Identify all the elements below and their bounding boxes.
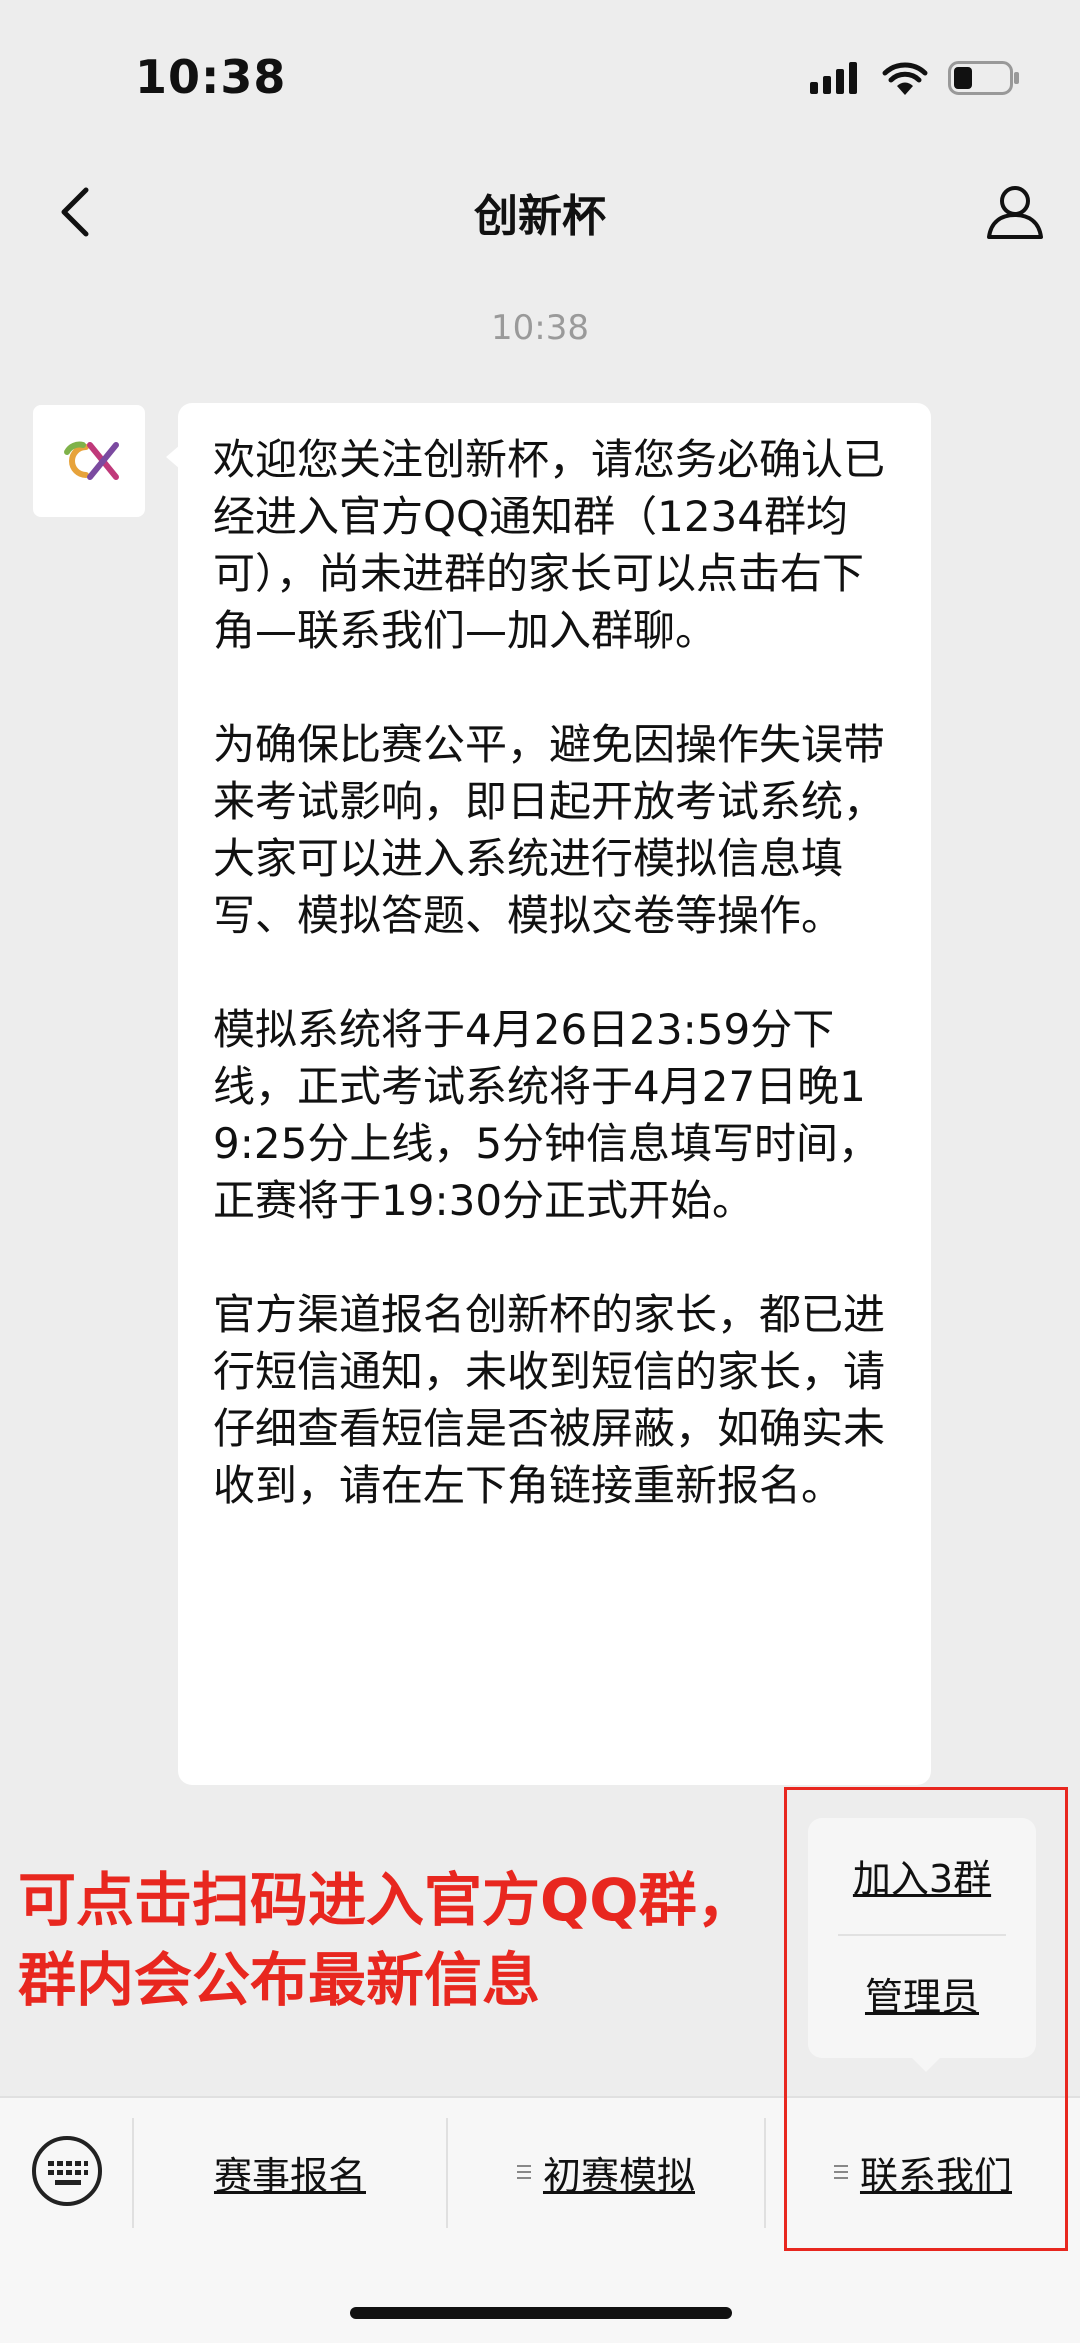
message-timestamp: 10:38 — [491, 308, 589, 348]
annotation-text: 可点击扫码进入官方QQ群，群内会公布最新信息 — [18, 1866, 755, 2014]
menu-item-mock-exam[interactable]: 初赛模拟 — [448, 2134, 764, 2210]
submenu-indicator-icon — [516, 2164, 531, 2180]
keyboard-icon — [32, 2136, 102, 2206]
wifi-icon — [882, 62, 928, 95]
avatar[interactable] — [33, 405, 145, 517]
page-title: 创新杯 — [474, 191, 606, 242]
annotation-highlight-box — [784, 1787, 1068, 2251]
status-bar: 10:38 — [0, 0, 1080, 150]
status-icons — [810, 58, 1020, 98]
message-paragraph: 官方渠道报名创新杯的家长，都已进行短信通知，未收到短信的家长，请仔细查看短信是否… — [213, 1290, 886, 1510]
message-paragraph: 欢迎您关注创新杯，请您务必确认已经进入官方QQ通知群（1234群均可），尚未进群… — [213, 435, 886, 655]
person-icon — [987, 186, 1043, 239]
message-paragraph: 模拟系统将于4月26日23:59分下线，正式考试系统将于4月27日晚19:25分… — [213, 1005, 881, 1225]
signal-icon — [810, 62, 857, 94]
battery-icon — [948, 61, 1019, 95]
cx-logo-icon — [64, 441, 119, 480]
message-bubble[interactable]: 欢迎您关注创新杯，请您务必确认已经进入官方QQ通知群（1234群均可），尚未进群… — [166, 403, 931, 1785]
home-indicator[interactable] — [350, 2307, 732, 2319]
keyboard-toggle-button[interactable] — [30, 2134, 104, 2208]
profile-button[interactable] — [975, 172, 1055, 252]
menu-item-registration[interactable]: 赛事报名 — [134, 2134, 446, 2210]
message-paragraph: 为确保比赛公平，避免因操作失误带来考试影响，即日起开放考试系统，大家可以进入系统… — [213, 720, 886, 940]
status-time: 10:38 — [135, 50, 287, 104]
menu-item-label: 赛事报名 — [213, 2153, 366, 2198]
menu-item-label: 初赛模拟 — [542, 2153, 695, 2198]
nav-bar: 创新杯 — [0, 150, 1080, 270]
